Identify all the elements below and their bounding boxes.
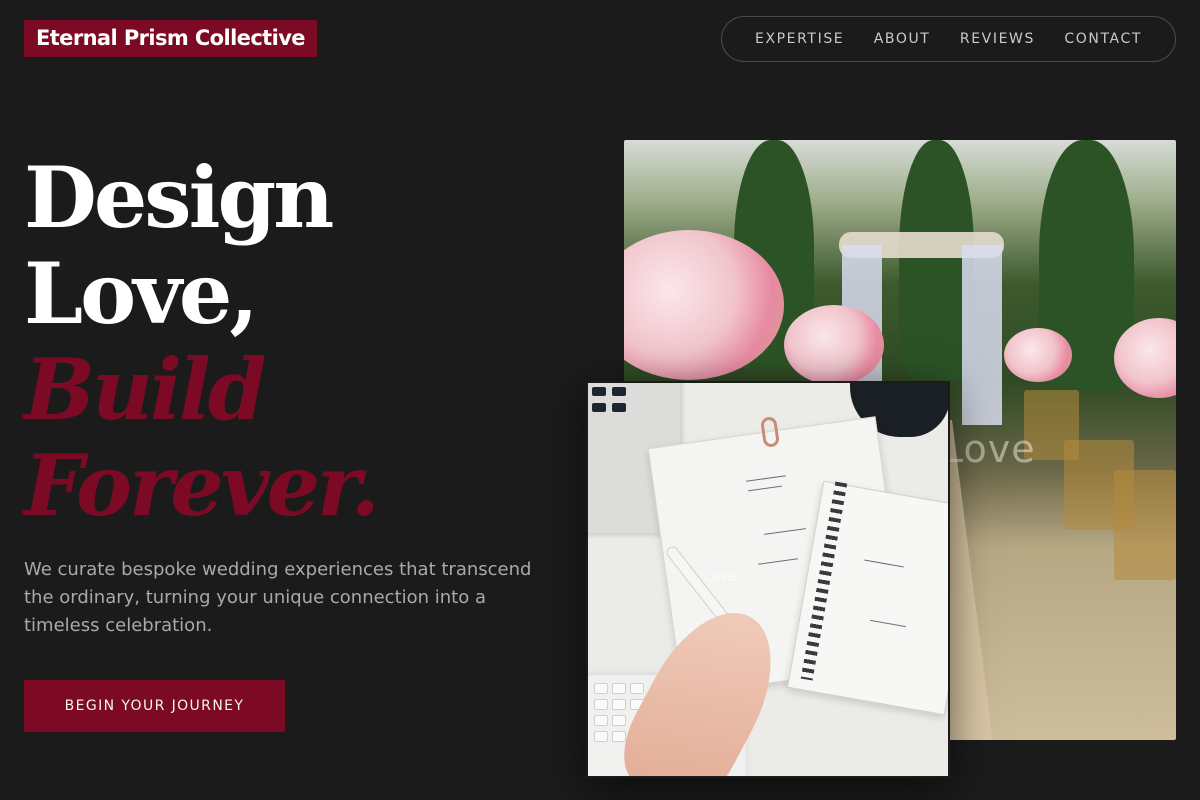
- keyboard-key: [612, 731, 626, 742]
- nav-item-contact[interactable]: CONTACT: [1064, 31, 1142, 47]
- keyboard-key: [594, 699, 608, 710]
- hero-line-love: Love,: [24, 244, 259, 343]
- flower-arrangement: [784, 305, 884, 385]
- keyboard-key: [630, 683, 644, 694]
- keyboard-key: [594, 715, 608, 726]
- laptop-key: [612, 403, 626, 412]
- laptop-key: [592, 387, 606, 396]
- keyboard-key: [594, 731, 608, 742]
- image-overlay-text: Love: [942, 427, 1036, 471]
- brand-logo[interactable]: Eternal Prism Collective: [24, 20, 317, 57]
- hero-line-design: Design: [24, 148, 334, 247]
- chair: [1114, 470, 1176, 580]
- image-overlay-text: Love: [704, 569, 738, 585]
- main-nav: EXPERTISE ABOUT REVIEWS CONTACT: [721, 16, 1176, 62]
- laptop-key: [612, 387, 626, 396]
- arch-drape-right: [962, 245, 1002, 425]
- planner-photo: Love: [586, 381, 950, 778]
- laptop-key: [592, 403, 606, 412]
- nav-item-reviews[interactable]: REVIEWS: [960, 31, 1035, 47]
- hero-line-build: Build: [24, 340, 267, 439]
- nav-item-about[interactable]: ABOUT: [874, 31, 931, 47]
- keyboard-key: [612, 699, 626, 710]
- keyboard-key: [594, 683, 608, 694]
- flower-arrangement: [1004, 328, 1072, 382]
- keyboard-key: [612, 715, 626, 726]
- keyboard-key: [612, 683, 626, 694]
- begin-journey-button[interactable]: BEGIN YOUR JOURNEY: [24, 680, 285, 732]
- nav-item-expertise[interactable]: EXPERTISE: [755, 31, 844, 47]
- hero-line-forever: Forever.: [24, 436, 380, 535]
- hero-tagline: We curate bespoke wedding experiences th…: [24, 559, 532, 636]
- hero-heading: Design Love, Build Forever.: [24, 150, 564, 534]
